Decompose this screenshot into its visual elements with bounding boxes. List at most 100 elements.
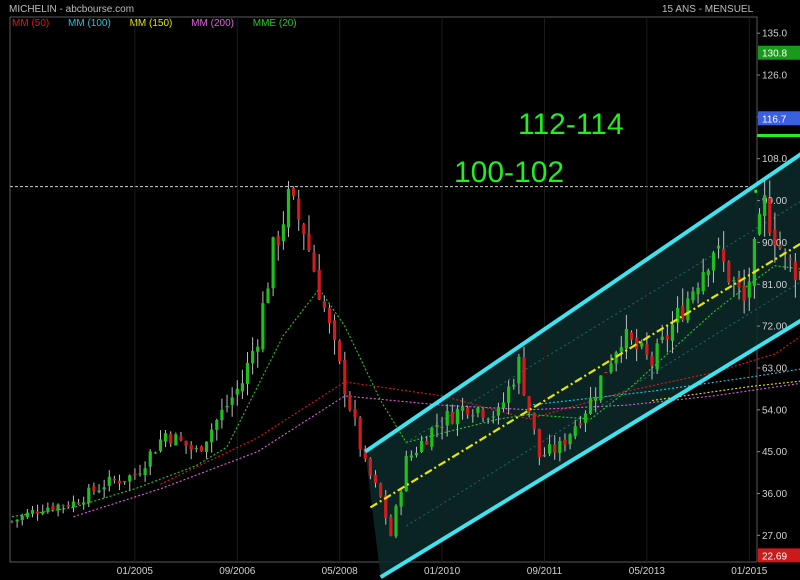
candle-body xyxy=(358,417,362,450)
candle-body xyxy=(266,288,270,303)
candle-body xyxy=(245,362,250,384)
candle-body xyxy=(583,413,588,423)
candle-body xyxy=(440,426,444,428)
x-tick-label: 09/2006 xyxy=(219,566,256,577)
candle-body xyxy=(82,502,86,505)
price-tag-last: 116.7 xyxy=(762,114,787,125)
candle-body xyxy=(240,383,244,392)
candle-body xyxy=(537,428,541,458)
y-tick-label: 81.00 xyxy=(762,280,787,291)
candle-body xyxy=(256,346,260,352)
candle-body xyxy=(486,418,490,420)
candle-body xyxy=(568,434,572,445)
candle-body xyxy=(737,277,741,288)
candle-body xyxy=(624,328,628,349)
candle-body xyxy=(235,388,239,395)
candle-body xyxy=(420,440,424,452)
candle-body xyxy=(701,272,705,292)
candle-body xyxy=(563,439,567,445)
y-tick-label: 126.0 xyxy=(762,71,787,82)
y-tick-label: 45.00 xyxy=(762,447,787,458)
candle-body xyxy=(36,511,40,514)
price-tag-low: 22.69 xyxy=(762,551,787,562)
x-tick-label: 09/2011 xyxy=(527,566,563,577)
candle-body xyxy=(655,343,659,370)
candle-body xyxy=(706,270,710,276)
candle-body xyxy=(517,356,521,384)
candle-body xyxy=(143,468,147,476)
candle-body xyxy=(476,407,480,413)
candle-body xyxy=(414,452,419,456)
candle-body xyxy=(15,519,19,522)
candle-body xyxy=(46,507,50,512)
candle-body xyxy=(128,475,132,482)
candle-body xyxy=(501,402,506,409)
y-tick-label: 36.00 xyxy=(762,489,787,500)
candle-body xyxy=(66,504,70,507)
candle-body xyxy=(302,224,306,235)
candle-body xyxy=(686,298,690,321)
candle-body xyxy=(481,409,485,418)
candle-body xyxy=(573,425,577,437)
candle-body xyxy=(368,458,372,476)
candle-body xyxy=(604,372,608,374)
candle-body xyxy=(716,245,721,249)
candle-body xyxy=(660,336,664,341)
candle-body xyxy=(169,433,173,444)
candle-body xyxy=(594,397,598,401)
candle-body xyxy=(711,252,716,271)
candle-body xyxy=(10,521,14,523)
candle-body xyxy=(727,261,731,283)
candle-body xyxy=(512,384,516,387)
candle-body xyxy=(189,444,193,450)
candle-body xyxy=(466,407,470,415)
candle-body xyxy=(251,350,255,364)
candle-body xyxy=(430,427,434,447)
candle-body xyxy=(399,491,403,507)
candle-body xyxy=(404,456,408,492)
candle-body xyxy=(629,332,634,340)
candle-body xyxy=(184,440,188,446)
candle-body xyxy=(471,415,475,417)
candle-body xyxy=(445,411,449,426)
candle-body xyxy=(317,269,321,300)
candle-body xyxy=(778,245,782,248)
candle-body xyxy=(179,436,183,441)
candle-body xyxy=(327,308,332,324)
candle-body xyxy=(220,409,224,421)
candle-body xyxy=(281,224,285,242)
candle-body xyxy=(297,198,301,220)
candle-body xyxy=(164,433,168,442)
candle-body xyxy=(97,490,101,493)
candle-body xyxy=(332,320,337,341)
candle-body xyxy=(752,239,756,286)
candle-body xyxy=(215,420,219,430)
candle-body xyxy=(30,510,35,514)
candle-body xyxy=(123,481,127,483)
candle-body xyxy=(286,188,291,228)
candle-body xyxy=(548,444,552,454)
candle-body xyxy=(41,511,45,514)
candle-body xyxy=(117,480,122,484)
candle-body xyxy=(71,501,76,508)
candle-body xyxy=(768,197,772,233)
candle-body xyxy=(138,473,142,475)
price-tag-high: 130.8 xyxy=(762,49,787,60)
candle-body xyxy=(102,487,106,490)
candle-body xyxy=(204,441,209,452)
y-tick-label: 135.0 xyxy=(762,29,787,40)
candle-body xyxy=(261,303,265,350)
candle-body xyxy=(542,455,547,457)
candle-body xyxy=(640,342,644,347)
annotation-100-102: 100-102 xyxy=(454,156,564,189)
candle-body xyxy=(614,352,618,364)
candle-body xyxy=(338,340,342,362)
candle-body xyxy=(553,444,557,453)
candle-body xyxy=(25,512,29,518)
candle-body xyxy=(496,407,500,416)
candle-body xyxy=(148,451,152,467)
candle-body xyxy=(353,408,357,418)
candle-body xyxy=(619,347,623,352)
annotation-112-114: 112-114 xyxy=(518,108,624,141)
candle-body xyxy=(230,397,234,405)
